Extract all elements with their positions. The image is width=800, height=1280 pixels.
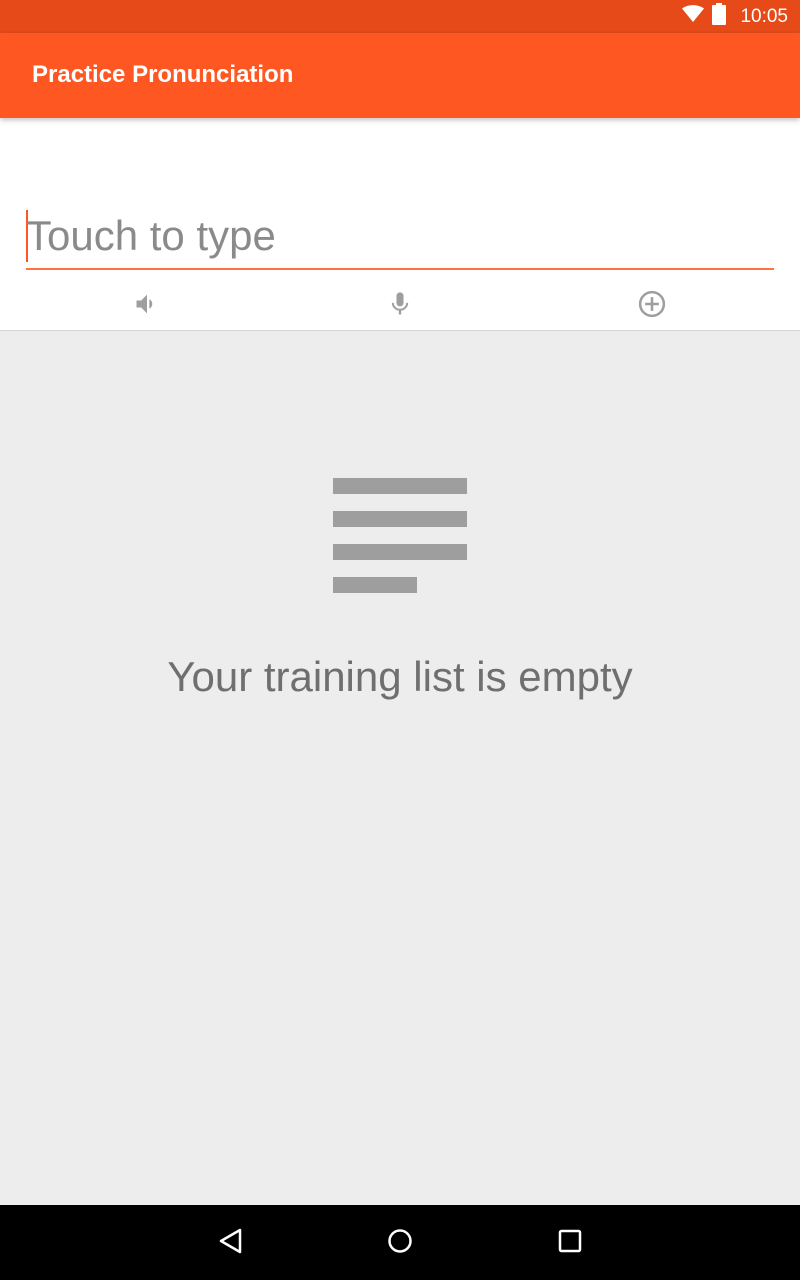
empty-state-message: Your training list is empty [167,653,633,700]
battery-icon [712,3,727,30]
home-icon [386,1227,414,1260]
action-row [0,280,800,328]
input-panel [0,118,800,331]
home-button[interactable] [380,1223,420,1263]
speak-button[interactable] [127,286,167,326]
wifi-icon [682,5,705,28]
add-phrase-button[interactable] [632,286,672,326]
recents-icon [557,1228,583,1259]
status-time: 10:05 [740,5,788,27]
status-bar: 10:05 [0,0,800,33]
status-icons: 10:05 [682,0,788,33]
volume-icon [133,290,161,323]
phrase-input[interactable] [26,206,774,266]
navigation-bar [0,1205,800,1280]
app-bar: Practice Pronunciation [0,33,800,118]
list-lines-icon [333,478,467,596]
text-input-container [26,206,774,270]
back-icon [217,1227,243,1260]
back-button[interactable] [210,1223,250,1263]
microphone-icon [386,290,414,323]
recents-button[interactable] [550,1223,590,1263]
add-circle-icon [637,289,667,324]
app-title: Practice Pronunciation [32,61,294,88]
record-button[interactable] [380,286,420,326]
training-list: Your training list is empty [0,331,800,1205]
